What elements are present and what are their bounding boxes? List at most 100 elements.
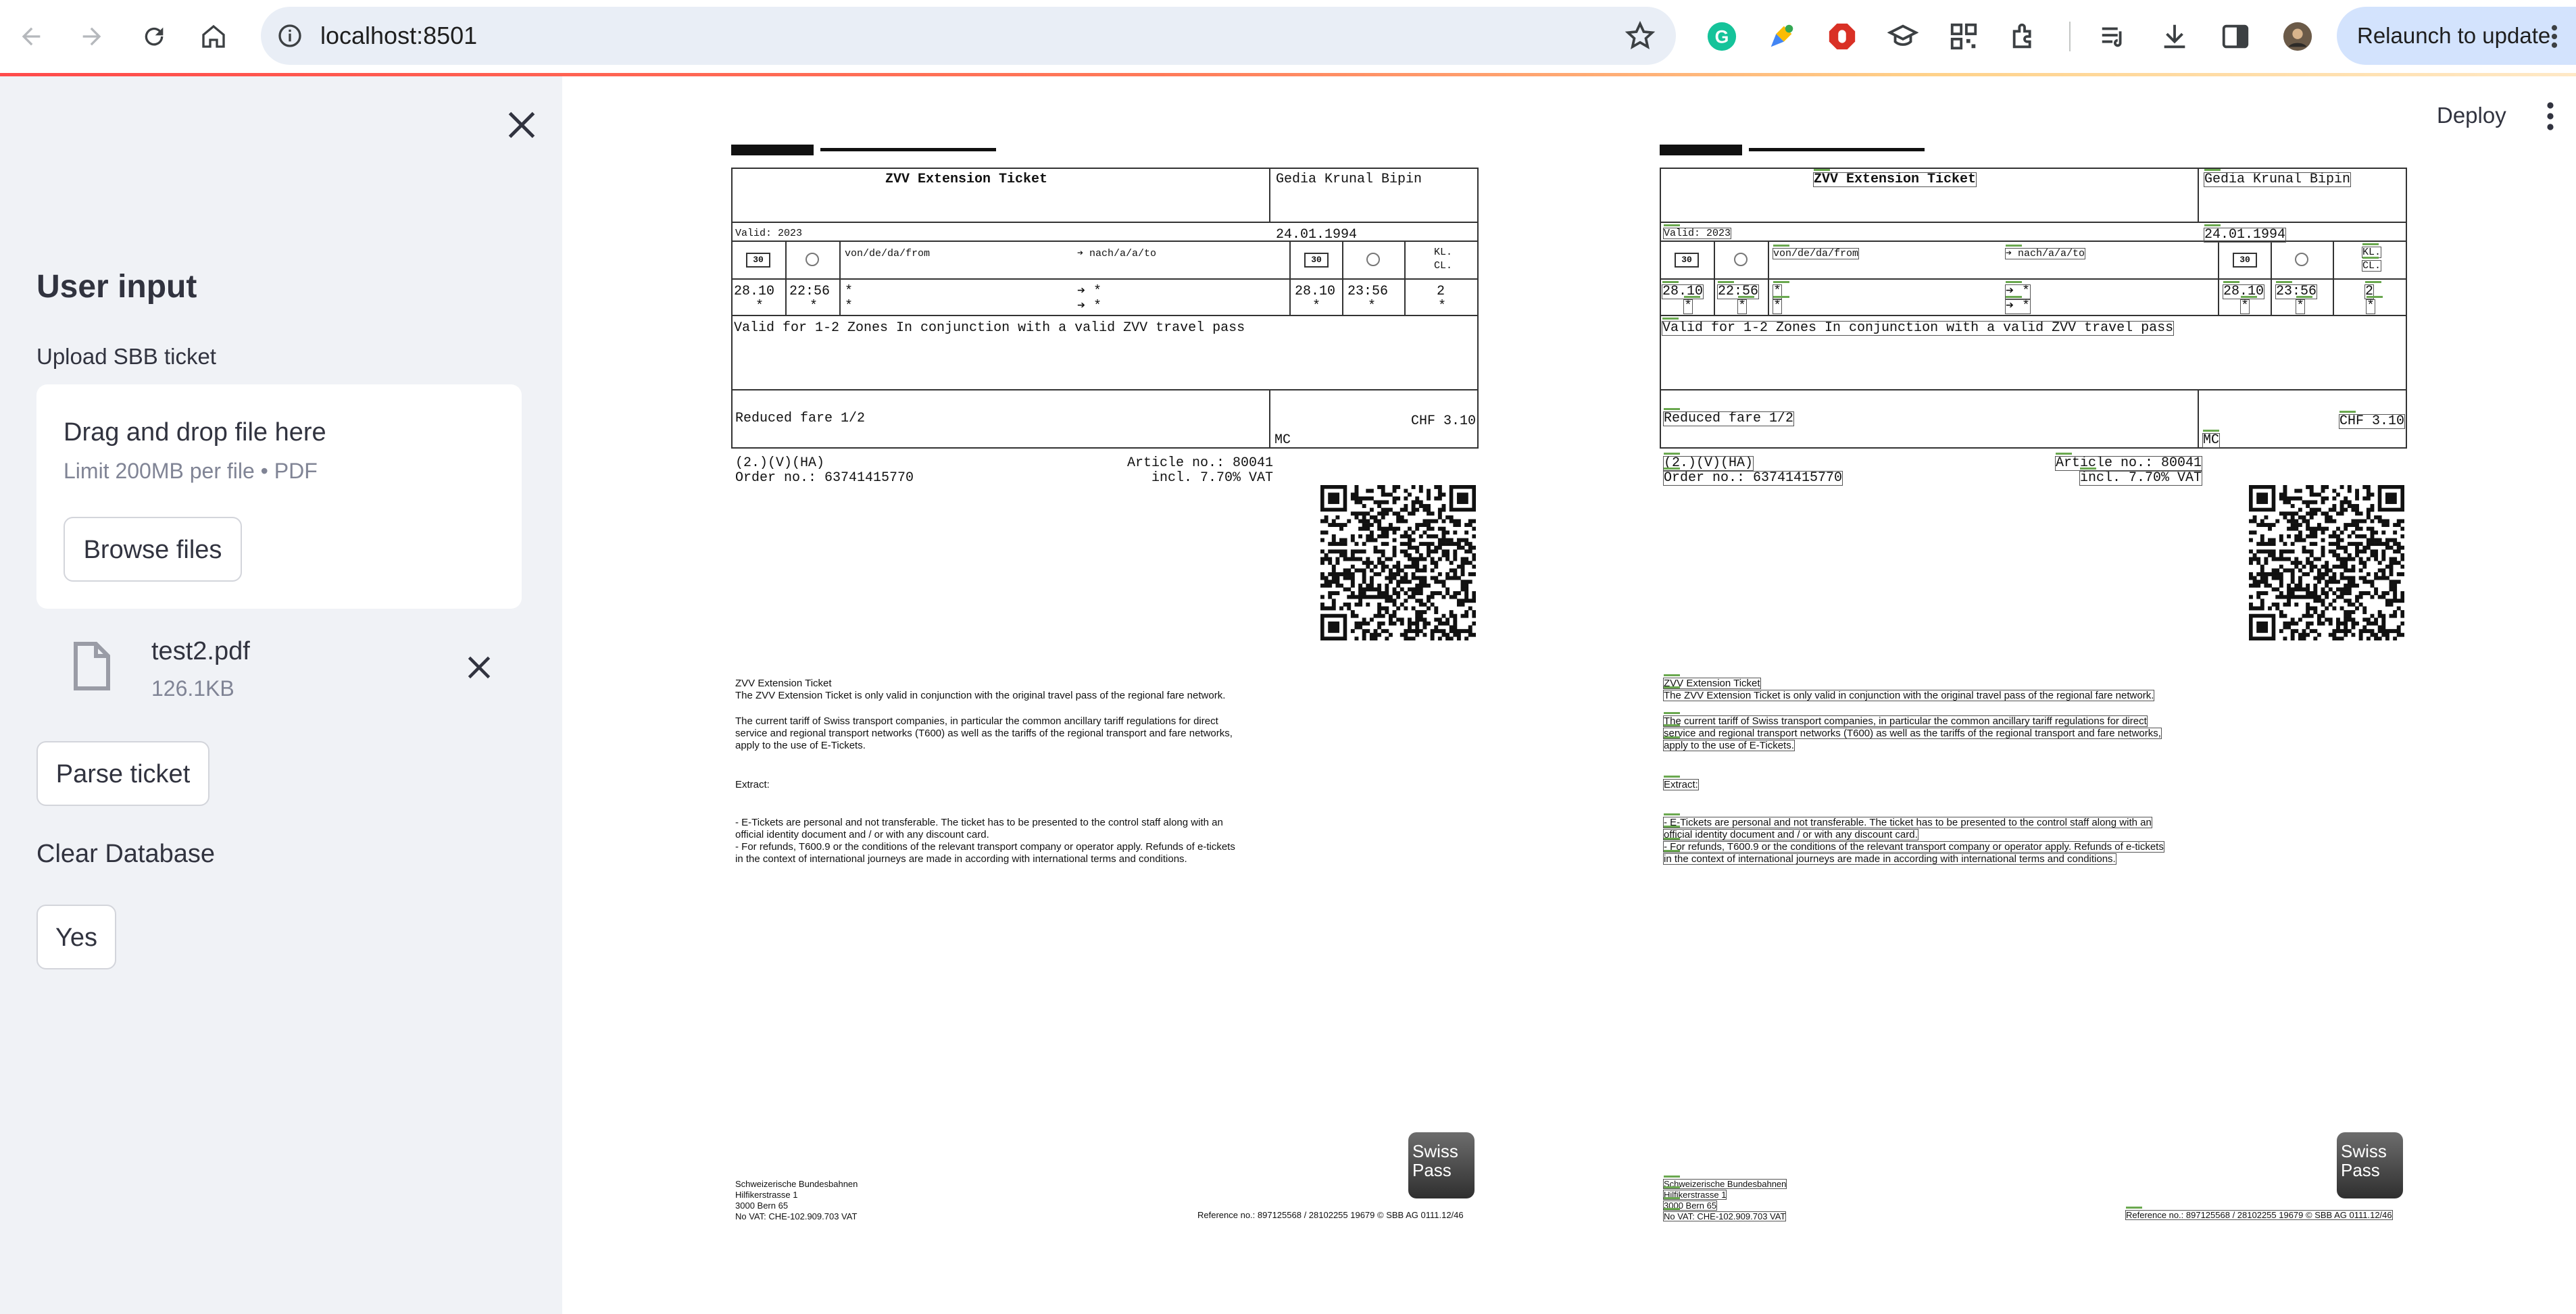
qr-extension-icon[interactable]: [1945, 18, 1983, 55]
clock-icon: [1366, 253, 1380, 266]
grammarly-extension-icon[interactable]: G: [1703, 18, 1741, 55]
extract-label: Extract:: [1663, 776, 1699, 790]
upload-label: Upload SBB ticket: [36, 344, 216, 369]
bookmark-star-icon[interactable]: [1623, 19, 1657, 53]
from-value: *: [845, 284, 853, 299]
reference-number: Reference no.: 897125568 / 28102255 1967…: [1197, 1210, 1464, 1220]
terms-bullet: in the context of international journeys…: [1663, 850, 2116, 865]
file-icon: [74, 642, 110, 690]
article-number: Article no.: 80041: [2054, 453, 2203, 471]
extract-label: Extract:: [735, 779, 770, 790]
calendar-icon: 30: [1304, 253, 1329, 268]
star-mark: *: [2365, 296, 2383, 314]
clock-icon: [1734, 253, 1748, 266]
star-mark: *: [2239, 296, 2258, 314]
media-queue-icon[interactable]: [2095, 18, 2133, 55]
yes-label: Yes: [55, 924, 97, 952]
vat-text: incl. 7.70% VAT: [2079, 468, 2203, 486]
mc-text: MC: [2202, 430, 2221, 448]
vat-text: incl. 7.70% VAT: [1151, 470, 1274, 486]
company-city: 3000 Bern 65: [735, 1201, 789, 1211]
terms-bullet: - E-Tickets are personal and not transfe…: [735, 817, 1223, 828]
clear-database-label: Clear Database: [36, 840, 216, 868]
clock-icon: [806, 253, 819, 266]
uploaded-file-size: 126.1KB: [151, 676, 234, 701]
ticket-birthdate: 24.01.1994: [2203, 224, 2287, 243]
remove-file-icon[interactable]: [462, 651, 496, 684]
clock-icon: [2295, 253, 2308, 266]
main-menu-icon[interactable]: [2542, 100, 2558, 132]
home-icon[interactable]: [192, 15, 235, 58]
relaunch-to-update-button[interactable]: Relaunch to update: [2337, 7, 2576, 65]
company-vat: No VAT: CHE-102.909.703 VAT: [1662, 1208, 1787, 1221]
swisspass-logo: Swiss Pass: [2337, 1132, 2403, 1198]
ticket-title: ZVV Extension Ticket: [885, 172, 1048, 187]
star-mark: *: [2295, 296, 2313, 314]
ticket-valid: Valid: 2023: [735, 228, 803, 239]
cap-extension-icon[interactable]: [1884, 18, 1922, 55]
from-value: *: [845, 299, 853, 314]
download-icon[interactable]: [2156, 18, 2194, 55]
terms-bullet: in the context of international journeys…: [735, 853, 1187, 865]
ticket-valid: Valid: 2023: [1662, 224, 1732, 239]
swisspass-logo: Swiss Pass: [1408, 1132, 1475, 1198]
terms-bullet: official identity document and / or with…: [1663, 826, 1918, 840]
parse-ticket-button[interactable]: Parse ticket: [36, 741, 209, 806]
side-panel-icon[interactable]: [2216, 18, 2254, 55]
from-header: von/de/da/from: [1772, 245, 1860, 259]
terms-line: service and regional transport networks …: [735, 728, 1233, 739]
close-sidebar-icon[interactable]: [501, 105, 542, 145]
pen-extension-icon[interactable]: [1762, 18, 1800, 55]
deploy-button[interactable]: Deploy: [2437, 103, 2506, 128]
qr-code: [1320, 485, 1476, 640]
relaunch-label: Relaunch to update: [2357, 23, 2551, 48]
order-number: Order no.: 63741415770: [1662, 468, 1843, 486]
price-text: CHF 3.10: [1411, 413, 1477, 429]
extensions-puzzle-icon[interactable]: [2006, 18, 2044, 55]
uploaded-file-name: test2.pdf: [151, 637, 250, 665]
dropzone-limit: Limit 200MB per file • PDF: [64, 459, 318, 483]
codes-text: (2.)(V)(HA): [735, 455, 825, 471]
terms-bullet: - E-Tickets are personal and not transfe…: [1663, 813, 2152, 828]
star-mark: *: [1438, 299, 1447, 314]
back-icon[interactable]: [9, 15, 53, 58]
address-bar[interactable]: localhost:8501: [261, 7, 1676, 65]
ticket-frame: [1660, 168, 2407, 449]
star-mark: *: [756, 299, 764, 314]
reload-icon[interactable]: [132, 15, 176, 58]
file-dropzone[interactable]: Drag and drop file here Limit 200MB per …: [36, 384, 522, 609]
forward-icon[interactable]: [70, 15, 114, 58]
to-header: ➔ nach/a/a/to: [2004, 245, 2086, 259]
calendar-icon: 30: [1675, 253, 1699, 268]
to-value: ➔ *: [1077, 299, 1102, 314]
profile-avatar[interactable]: [2279, 18, 2317, 55]
ticket-header-logo: [1749, 132, 1925, 151]
svg-text:G: G: [1715, 27, 1729, 47]
terms-line: apply to the use of E-Tickets.: [1663, 736, 1795, 751]
sidebar: User input Upload SBB ticket Drag and dr…: [0, 76, 562, 1314]
fare-text: Reduced fare 1/2: [1662, 408, 1795, 426]
mc-text: MC: [1274, 432, 1291, 448]
yes-button[interactable]: Yes: [36, 905, 116, 969]
terms-line: The ZVV Extension Ticket is only valid i…: [735, 690, 1226, 701]
company-name: Schweizerische Bundesbahnen: [735, 1179, 858, 1189]
ticket-header-bar: [731, 145, 814, 155]
stop-extension-icon[interactable]: [1823, 18, 1861, 55]
browse-files-button[interactable]: Browse files: [64, 517, 242, 582]
ticket-holder: Gedia Krunal Bipin: [2203, 169, 2352, 187]
star-mark: *: [1683, 296, 1701, 314]
validity-text: Valid for 1-2 Zones In conjunction with …: [1661, 318, 2175, 336]
browser-toolbar: localhost:8501 G Relaunch to update: [0, 0, 2576, 76]
ticket-birthdate: 24.01.1994: [1276, 227, 1358, 243]
terms-line: The current tariff of Swiss transport co…: [1663, 712, 2148, 727]
class-header: KL.: [2361, 243, 2382, 258]
ticket-preview-original: ZVV Extension Ticket Gedia Krunal Bipin …: [726, 132, 1491, 1240]
chrome-menu-icon[interactable]: [2541, 22, 2568, 51]
site-info-icon[interactable]: [272, 18, 308, 54]
toolbar-divider: [2069, 22, 2071, 51]
terms-line: apply to the use of E-Tickets.: [735, 740, 866, 751]
to-value: ➔ *: [2004, 296, 2031, 314]
calendar-icon: 30: [2233, 253, 2257, 268]
order-number: Order no.: 63741415770: [735, 470, 914, 486]
url-text[interactable]: localhost:8501: [320, 22, 477, 50]
